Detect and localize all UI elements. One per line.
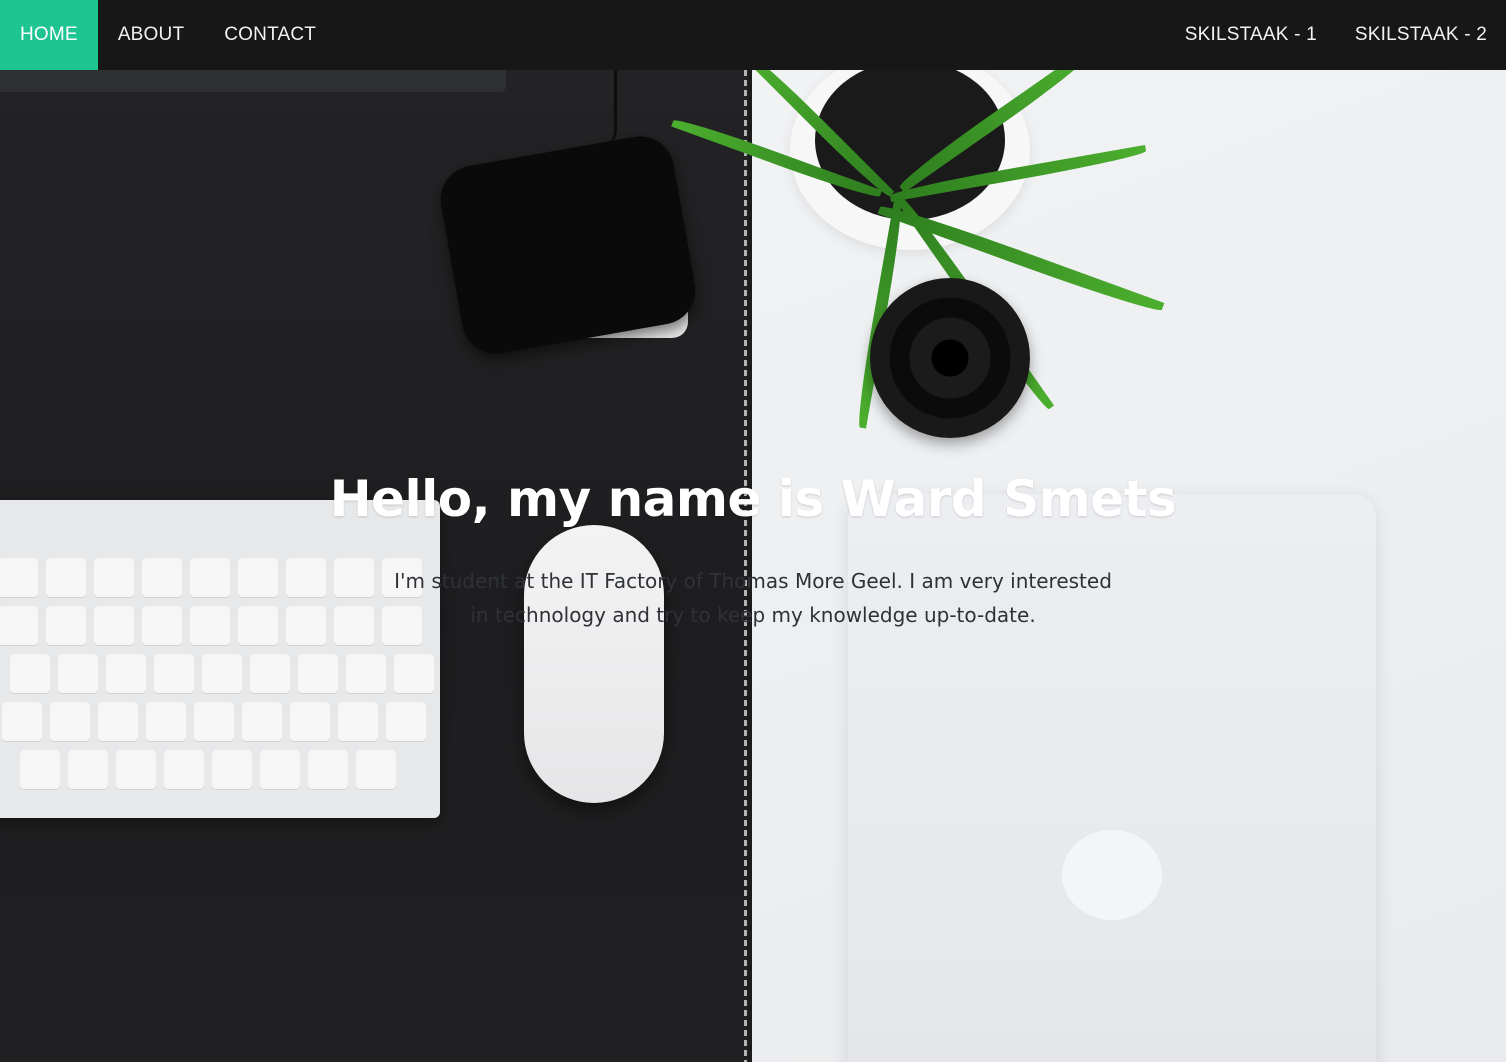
hero-title: Hello, my name is Ward Smets: [329, 470, 1177, 528]
keyboard-row: [10, 654, 434, 694]
smartphone: [435, 130, 701, 360]
apple-logo-icon: [1062, 830, 1162, 920]
camera-lens: [870, 278, 1030, 438]
charging-cable: [590, 70, 617, 150]
page: HOME ABOUT CONTACT SKILSTAAK - 1 SKILSTA…: [0, 0, 1506, 1062]
nav-item-about[interactable]: ABOUT: [98, 0, 204, 70]
hero-content: Hello, my name is Ward Smets I'm student…: [0, 470, 1506, 632]
nav-left-group: HOME ABOUT CONTACT: [0, 0, 336, 70]
keyboard-row: [2, 702, 426, 742]
nav-item-skilstaak-2[interactable]: SKILSTAAK - 2: [1336, 0, 1506, 70]
hero-description: I'm student at the IT Factory of Thomas …: [394, 569, 1112, 627]
nav-item-contact[interactable]: CONTACT: [204, 0, 336, 70]
nav-right-group: SKILSTAAK - 1 SKILSTAAK - 2: [1166, 0, 1506, 70]
monitor-edge: [0, 70, 506, 92]
nav-item-home[interactable]: HOME: [0, 0, 98, 70]
nav-item-skilstaak-1[interactable]: SKILSTAAK - 1: [1166, 0, 1336, 70]
keyboard-row: [20, 750, 396, 790]
top-navbar: HOME ABOUT CONTACT SKILSTAAK - 1 SKILSTA…: [0, 0, 1506, 70]
